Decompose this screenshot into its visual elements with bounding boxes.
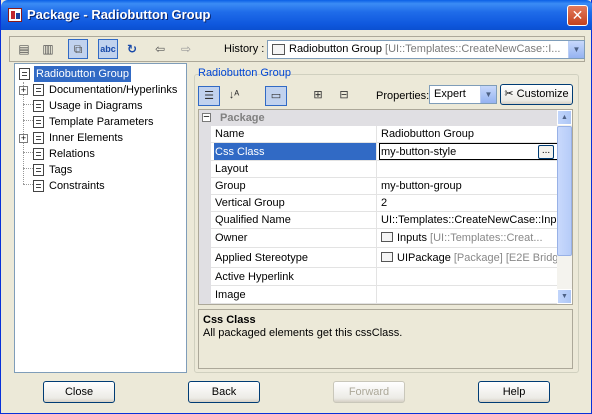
close-window-button[interactable]: ✕ [567,5,588,26]
help-button[interactable]: Help [478,381,550,403]
document-icon [33,100,44,112]
tools-icon: ✂ [504,88,517,100]
description-panel: Css Class All packaged elements get this… [198,309,573,369]
tb-list-icon[interactable]: ▤ [14,39,34,59]
document-icon [33,116,44,128]
property-row-image[interactable]: Image [211,286,559,304]
description-toggle-icon[interactable]: ▭ [265,86,287,106]
history-value: Radiobutton Group [289,43,382,55]
close-button[interactable]: Close [43,381,115,403]
app-icon [8,8,22,22]
document-icon [33,84,44,96]
property-row-applied-stereotype[interactable]: Applied Stereotype UIPackage [Package] [… [211,248,559,268]
toolbar: ▤ ▥ ⧉ abc ↻ ⇦ ⇨ History : Radiobutton Gr… [9,36,585,62]
description-title: Css Class [203,314,256,326]
css-class-input[interactable]: my-button-style ... [379,143,559,160]
navigation-tree: Radiobutton Group + Documentation/Hyperl… [14,63,187,373]
expand-all-icon[interactable]: ⊞ [307,86,329,106]
scroll-up-icon[interactable]: ▲ [557,110,572,125]
properties-label: Properties: [376,90,430,102]
vertical-scrollbar[interactable]: ▲ ▼ [557,110,572,304]
window-title: Package - Radiobutton Group [27,7,211,22]
document-icon [33,132,44,144]
expand-plus-icon[interactable]: + [19,134,28,143]
history-path: [UI::Templates::CreateNewCase::I... [381,43,561,55]
ellipsis-button[interactable]: ... [538,145,554,159]
history-combo[interactable]: Radiobutton Group [UI::Templates::Create… [267,40,585,59]
property-row-qualified-name[interactable]: Qualified Name UI::Templates::CreateNewC… [211,212,559,229]
title-bar[interactable]: Package - Radiobutton Group ✕ [1,0,592,30]
chevron-down-icon[interactable]: ▼ [480,86,496,103]
category-header[interactable]: − Package [199,110,559,126]
property-row-active-hyperlink[interactable]: Active Hyperlink [211,268,559,286]
scroll-down-icon[interactable]: ▼ [557,289,572,304]
property-row-css-class[interactable]: Css Class my-button-style ... [211,143,559,161]
document-icon [33,164,44,176]
collapse-all-icon[interactable]: ⊟ [333,86,355,106]
property-row-vertical-group[interactable]: Vertical Group 2 [211,195,559,212]
property-row-name[interactable]: Name Radiobutton Group [211,126,559,143]
categorized-view-icon[interactable]: ☰ [198,86,220,106]
tb-abc-icon[interactable]: abc [98,39,118,59]
collapse-minus-icon[interactable]: − [202,112,211,123]
tb-back-arrow-icon[interactable]: ⇦ [150,39,170,59]
tb-tree-icon[interactable]: ▥ [38,39,58,59]
property-grid: − Package Name Radiobutton Group Css Cla… [198,109,573,305]
group-title: Radiobutton Group [198,67,291,79]
document-icon [19,68,30,80]
properties-select[interactable]: Expert ▼ [429,85,497,104]
package-dialog: Package - Radiobutton Group ✕ ▤ ▥ ⧉ abc … [0,0,592,414]
document-icon [33,148,44,160]
property-row-owner[interactable]: Owner Inputs [UI::Templates::Creat... [211,229,559,248]
back-button[interactable]: Back [188,381,260,403]
tb-window-icon[interactable]: ⧉ [68,39,88,59]
property-row-group[interactable]: Group my-button-group [211,178,559,195]
tb-refresh-icon[interactable]: ↻ [122,39,142,59]
scroll-thumb[interactable] [557,126,572,256]
sort-alpha-icon[interactable]: ↓ᴬ [223,86,245,106]
chevron-down-icon[interactable]: ▼ [568,41,584,58]
property-row-layout[interactable]: Layout [211,161,559,178]
package-icon [381,232,393,242]
document-icon [33,180,44,192]
forward-button[interactable]: Forward [333,381,405,403]
stereotype-icon [381,251,393,262]
description-text: All packaged elements get this cssClass. [203,327,403,339]
history-label: History : [224,43,265,55]
package-icon [272,44,285,55]
tb-forward-arrow-icon[interactable]: ⇨ [176,39,196,59]
customize-button[interactable]: ✂ Customize [500,84,573,105]
expand-plus-icon[interactable]: + [19,86,28,95]
